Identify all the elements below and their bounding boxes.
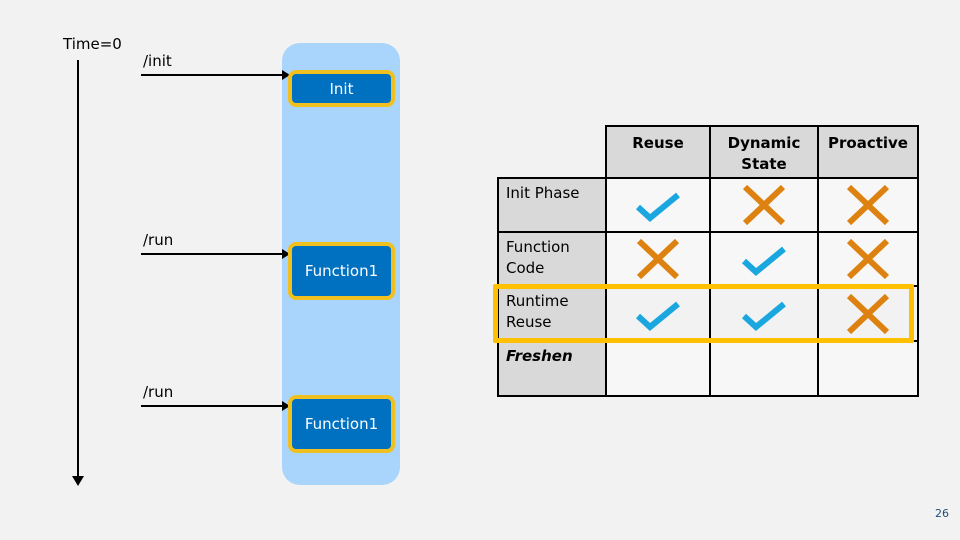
function1-box-2[interactable]: Function1 xyxy=(288,395,395,453)
table-row: Init Phase xyxy=(497,177,919,233)
cell xyxy=(817,340,919,397)
request-label-init: /init xyxy=(143,52,172,70)
row-header-function-code: Function Code xyxy=(497,231,607,287)
timeline-arrowhead xyxy=(72,476,84,486)
request-label-run-1: /run xyxy=(143,231,174,249)
check-icon xyxy=(635,192,680,222)
time-zero-label: Time=0 xyxy=(63,35,122,53)
cross-icon xyxy=(636,238,680,280)
row-header-freshen: Freshen xyxy=(497,340,607,397)
cell xyxy=(605,177,711,233)
table-row: Function Code xyxy=(497,231,919,287)
init-box[interactable]: Init xyxy=(288,70,395,107)
table-row: Freshen xyxy=(497,340,919,397)
cell xyxy=(817,177,919,233)
comparison-table: Reuse Dynamic State Proactive Init Phase … xyxy=(497,125,919,397)
function1-box-1[interactable]: Function1 xyxy=(288,242,395,300)
page-number: 26 xyxy=(935,507,949,520)
cross-icon xyxy=(742,184,786,226)
cross-icon xyxy=(846,184,890,226)
request-arrow-run-2 xyxy=(141,401,290,411)
cell xyxy=(709,231,819,287)
cell xyxy=(817,231,919,287)
cell xyxy=(605,340,711,397)
cell xyxy=(709,340,819,397)
timeline-axis xyxy=(77,60,79,480)
column-header-dynamic-state: Dynamic State xyxy=(709,125,819,179)
cell xyxy=(605,231,711,287)
runtime-reuse-highlight xyxy=(493,284,914,343)
request-arrow-run-1 xyxy=(141,249,290,259)
cross-icon xyxy=(846,238,890,280)
row-header-init-phase: Init Phase xyxy=(497,177,607,233)
column-header-reuse: Reuse xyxy=(605,125,711,179)
request-label-run-2: /run xyxy=(143,383,174,401)
request-arrow-init xyxy=(141,70,290,80)
cell xyxy=(709,177,819,233)
column-header-proactive: Proactive xyxy=(817,125,919,179)
check-icon xyxy=(741,246,786,276)
